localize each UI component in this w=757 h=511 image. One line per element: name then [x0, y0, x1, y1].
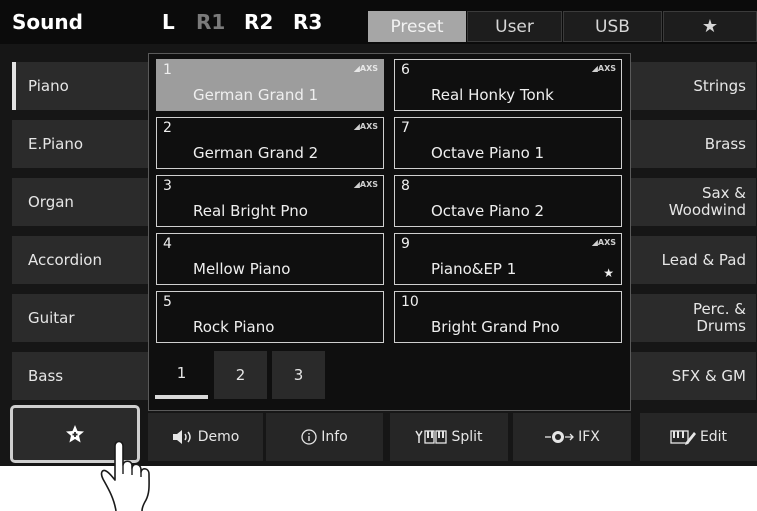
part-r2-button[interactable]: R2: [244, 10, 273, 34]
part-l-button[interactable]: L: [162, 10, 175, 34]
category-e-piano[interactable]: E.Piano: [12, 120, 148, 168]
voice-tile[interactable]: 5 Rock Piano: [156, 291, 384, 343]
axs-badge: ◢AXS: [353, 180, 378, 189]
voice-tile[interactable]: 6 ◢AXS Real Honky Tonk: [394, 59, 622, 111]
star-icon: ★: [701, 16, 719, 37]
category-label: Sax & Woodwind: [668, 184, 746, 219]
voice-tile[interactable]: 10 Bright Grand Pno: [394, 291, 622, 343]
voice-number: 7: [401, 120, 410, 136]
sound-screen: Sound L R1 R2 R3 Preset User USB ★ Piano…: [0, 0, 757, 466]
page-button-1[interactable]: 1: [155, 351, 208, 399]
voice-name: Real Honky Tonk: [431, 86, 554, 104]
voice-tile[interactable]: 1 ◢AXS German Grand 1: [156, 59, 384, 111]
voice-number: 10: [401, 294, 419, 310]
edit-label: Edit: [699, 429, 728, 445]
voice-number: 2: [163, 120, 172, 136]
page-button-3[interactable]: 3: [272, 351, 325, 399]
category-perc-drums[interactable]: Perc. & Drums: [630, 294, 756, 342]
voice-name: German Grand 1: [193, 86, 319, 104]
split-button[interactable]: Split: [390, 413, 508, 461]
info-label: Info: [321, 429, 348, 445]
keyboard-edit-icon: [670, 429, 696, 445]
category-brass[interactable]: Brass: [630, 120, 756, 168]
hand-pointer-illustration: [88, 432, 198, 511]
category-label: Guitar: [28, 309, 75, 327]
category-label: Organ: [28, 193, 74, 211]
voice-tile[interactable]: 4 Mellow Piano: [156, 233, 384, 285]
category-label: Bass: [28, 367, 64, 385]
category-accordion[interactable]: Accordion: [12, 236, 148, 284]
voice-number: 9: [401, 236, 410, 252]
category-label: Brass: [704, 134, 746, 153]
voice-tile[interactable]: 3 ◢AXS Real Bright Pno: [156, 175, 384, 227]
category-label: E.Piano: [28, 135, 84, 153]
knob-icon: [544, 429, 575, 445]
voice-name: German Grand 2: [193, 144, 319, 162]
voice-number: 3: [163, 178, 172, 194]
category-bass[interactable]: Bass: [12, 352, 148, 400]
category-piano[interactable]: Piano: [12, 62, 148, 110]
favorite-star-icon: ★: [603, 266, 614, 280]
category-label: SFX & GM: [671, 366, 746, 385]
category-label: Piano: [28, 77, 69, 95]
category-label: Strings: [693, 76, 746, 95]
category-guitar[interactable]: Guitar: [12, 294, 148, 342]
split-label: Split: [451, 429, 483, 445]
part-r1-button[interactable]: R1: [196, 10, 225, 34]
voice-number: 6: [401, 62, 410, 78]
page-button-2[interactable]: 2: [214, 351, 267, 399]
info-icon: [301, 429, 317, 445]
tab-user[interactable]: User: [467, 11, 562, 42]
category-sax-woodwind[interactable]: Sax & Woodwind: [630, 178, 756, 226]
category-lead-pad[interactable]: Lead & Pad: [630, 236, 756, 284]
category-label: Perc. & Drums: [692, 300, 746, 335]
ifx-button[interactable]: IFX: [513, 413, 631, 461]
info-button[interactable]: Info: [266, 413, 383, 461]
category-sfx-gm[interactable]: SFX & GM: [630, 352, 756, 400]
split-icon: [415, 430, 448, 444]
tab-usb[interactable]: USB: [563, 11, 662, 42]
axs-badge: ◢AXS: [353, 122, 378, 131]
voice-number: 8: [401, 178, 410, 194]
edit-button[interactable]: Edit: [640, 413, 757, 461]
voice-name: Octave Piano 2: [431, 202, 545, 220]
voice-tile[interactable]: 7 Octave Piano 1: [394, 117, 622, 169]
voice-number: 4: [163, 236, 172, 252]
voice-tile[interactable]: 2 ◢AXS German Grand 2: [156, 117, 384, 169]
top-bar: Sound L R1 R2 R3 Preset User USB ★: [0, 0, 757, 44]
voice-number: 5: [163, 294, 172, 310]
category-organ[interactable]: Organ: [12, 178, 148, 226]
voice-tile[interactable]: 9 ◢AXS Piano&EP 1 ★: [394, 233, 622, 285]
voice-name: Piano&EP 1: [431, 260, 517, 278]
tab-preset[interactable]: Preset: [368, 11, 466, 42]
category-label: Accordion: [28, 251, 102, 269]
axs-badge: ◢AXS: [591, 238, 616, 247]
voice-name: Mellow Piano: [193, 260, 291, 278]
category-strings[interactable]: Strings: [630, 62, 756, 110]
voice-name: Real Bright Pno: [193, 202, 308, 220]
ifx-label: IFX: [578, 429, 600, 445]
star-plus-icon: [65, 424, 85, 444]
category-label: Lead & Pad: [661, 250, 746, 269]
screen-title: Sound: [12, 10, 83, 34]
voice-tile[interactable]: 8 Octave Piano 2: [394, 175, 622, 227]
tab-favorites[interactable]: ★: [663, 11, 757, 42]
part-r3-button[interactable]: R3: [293, 10, 322, 34]
voice-name: Octave Piano 1: [431, 144, 545, 162]
voice-number: 1: [163, 62, 172, 78]
axs-badge: ◢AXS: [353, 64, 378, 73]
axs-badge: ◢AXS: [591, 64, 616, 73]
voice-name: Rock Piano: [193, 318, 275, 336]
demo-label: Demo: [197, 429, 240, 445]
voice-name: Bright Grand Pno: [431, 318, 560, 336]
